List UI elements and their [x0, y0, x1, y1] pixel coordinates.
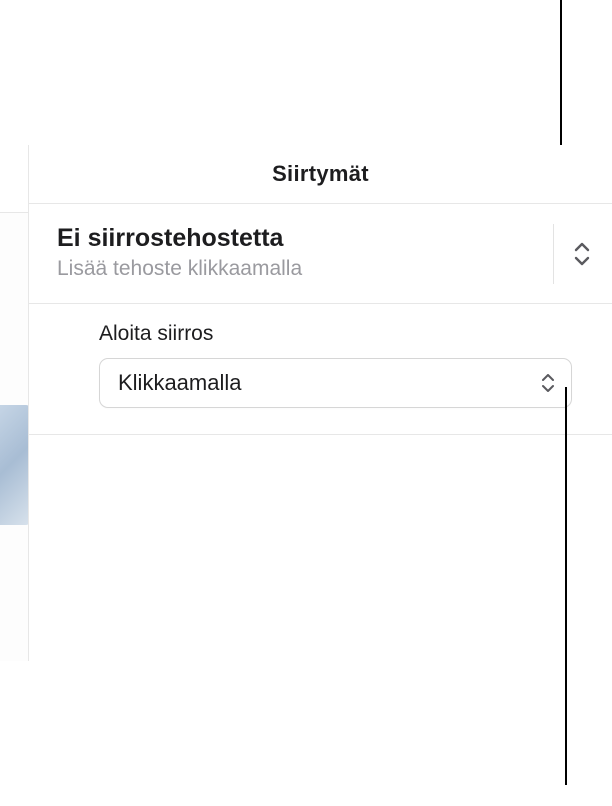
- inspector-tab-title: Siirtymät: [29, 145, 612, 204]
- transition-effect-subtitle: Lisää tehoste klikkaamalla: [57, 257, 584, 281]
- start-transition-select[interactable]: Klikkaamalla: [99, 358, 572, 408]
- start-transition-value: Klikkaamalla: [118, 370, 242, 396]
- slide-thumbnail-fragment: [0, 405, 28, 525]
- callout-line-top: [560, 0, 562, 148]
- chevron-up-down-icon: [541, 374, 555, 392]
- transition-effect-row[interactable]: Ei siirrostehostetta Lisää tehoste klikk…: [29, 204, 612, 304]
- start-transition-section: Aloita siirros Klikkaamalla: [29, 304, 612, 435]
- start-transition-label: Aloita siirros: [99, 322, 572, 346]
- transition-disclosure-button[interactable]: [553, 224, 592, 284]
- transitions-inspector: Siirtymät Ei siirrostehostetta Lisää teh…: [28, 145, 612, 661]
- chevron-up-down-icon: [572, 240, 592, 268]
- callout-line-bottom: [565, 387, 567, 785]
- inspector-panel: Siirtymät Ei siirrostehostetta Lisää teh…: [0, 145, 612, 661]
- slide-thumbnails-edge: [0, 290, 28, 806]
- transition-effect-title: Ei siirrostehostetta: [57, 224, 584, 253]
